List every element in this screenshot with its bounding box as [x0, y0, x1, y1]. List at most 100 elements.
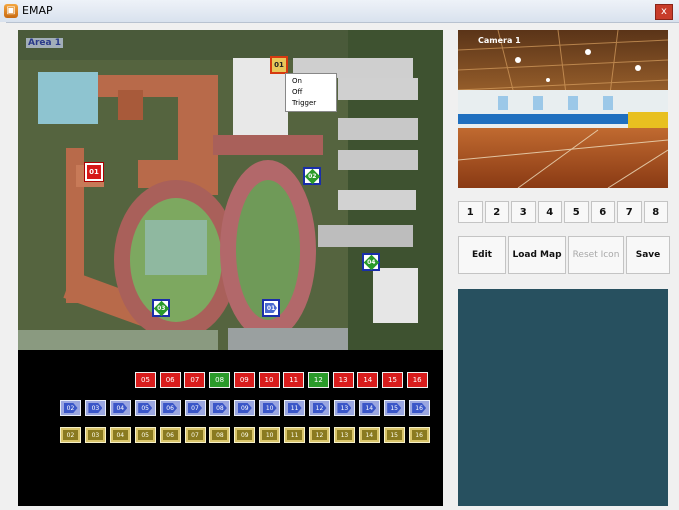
tray-camera-icon[interactable]: 12 — [309, 400, 330, 416]
title-bar: ▣ EMAP x — [0, 0, 679, 23]
camera-button-8[interactable]: 8 — [643, 201, 668, 223]
action-bar: Edit Load Map Reset Icon Save — [458, 236, 670, 276]
camera-icon: 10 — [262, 403, 277, 413]
camera-view[interactable]: Camera 1 — [458, 30, 668, 188]
tray-sensor-icon[interactable]: 11 — [284, 427, 306, 443]
window-edge — [0, 22, 6, 510]
tray-sensor-icon[interactable]: 03 — [84, 427, 106, 443]
camera-icon: 06 — [163, 403, 178, 413]
save-button[interactable]: Save — [626, 236, 670, 274]
camera-icon: 16 — [412, 403, 427, 413]
tray-sensor-icon[interactable]: 14 — [358, 427, 380, 443]
camera-icon: 04 — [113, 403, 128, 413]
context-menu: On Off Trigger — [285, 73, 337, 112]
tray-alarm-icon[interactable]: 12 — [307, 372, 329, 388]
tray-sensor-icon[interactable]: 02 — [60, 427, 81, 443]
tray-camera-icon[interactable]: 08 — [209, 400, 231, 416]
camera-button-5[interactable]: 5 — [564, 201, 589, 223]
info-panel — [458, 289, 668, 506]
map-marker-blue-01[interactable]: 01 — [262, 299, 280, 317]
sensor-icon: 09 — [237, 430, 253, 440]
map-marker-green-04[interactable]: 04 — [362, 253, 380, 271]
tray-alarm-icon[interactable]: 15 — [382, 372, 403, 388]
camera-button-1[interactable]: 1 — [458, 201, 483, 223]
tray-camera-icon[interactable]: 07 — [184, 400, 206, 416]
tray-alarm-icon[interactable]: 14 — [357, 372, 379, 388]
tray-camera-icon[interactable]: 05 — [134, 400, 156, 416]
tray-alarm-icon[interactable]: 08 — [209, 372, 231, 388]
tray-alarm-icon[interactable]: 07 — [184, 372, 206, 388]
close-button[interactable]: x — [655, 4, 673, 20]
tray-sensor-icon[interactable]: 15 — [383, 427, 405, 443]
icon-tray: 05 06 07 08 09 10 11 12 13 14 15 16 02 03 04 05 06 07 08 0… — [18, 350, 443, 506]
menu-item-on[interactable]: On — [286, 76, 336, 87]
tray-alarm-icon[interactable]: 16 — [406, 372, 428, 388]
map-marker-yellow-01[interactable]: 01 — [270, 56, 288, 74]
tray-camera-icon[interactable]: 02 — [60, 400, 81, 416]
area-label: Area 1 — [26, 38, 63, 48]
sensor-icon: 15 — [386, 430, 402, 440]
tray-camera-icon[interactable]: 11 — [284, 400, 306, 416]
tray-sensor-icon[interactable]: 08 — [209, 427, 231, 443]
camera-icon: 03 — [88, 403, 103, 413]
tray-sensor-icon[interactable]: 04 — [109, 427, 131, 443]
camera-icon: 11 — [287, 403, 302, 413]
camera-button-6[interactable]: 6 — [590, 201, 615, 223]
tray-sensor-icon[interactable]: 05 — [134, 427, 156, 443]
menu-item-trigger[interactable]: Trigger — [286, 98, 336, 109]
sensor-icon: 04 — [112, 430, 128, 440]
tray-camera-icon[interactable]: 16 — [408, 400, 430, 416]
edit-button[interactable]: Edit — [458, 236, 506, 274]
tray-sensor-icon[interactable]: 07 — [184, 427, 206, 443]
tray-camera-icon[interactable]: 04 — [109, 400, 131, 416]
tray-camera-icon[interactable]: 15 — [383, 400, 405, 416]
tray-alarm-icon[interactable]: 11 — [283, 372, 305, 388]
map-marker-green-02[interactable]: 02 — [303, 167, 321, 185]
tray-alarm-icon[interactable]: 09 — [233, 372, 255, 388]
sensor-icon: 06 — [162, 430, 178, 440]
tray-sensor-icon[interactable]: 13 — [333, 427, 355, 443]
tray-camera-icon[interactable]: 13 — [333, 400, 355, 416]
tray-alarm-icon[interactable]: 06 — [159, 372, 181, 388]
aerial-map-image — [18, 30, 443, 350]
tray-sensor-icon[interactable]: 09 — [234, 427, 256, 443]
camera-icon: 01 — [265, 303, 277, 313]
tray-sensor-icon[interactable]: 12 — [309, 427, 330, 443]
marker-id: 02 — [307, 172, 317, 180]
reset-icon-button[interactable]: Reset Icon — [568, 236, 624, 274]
sensor-icon: 08 — [212, 430, 228, 440]
camera-icon: 13 — [337, 403, 352, 413]
camera-button-3[interactable]: 3 — [511, 201, 536, 223]
camera-button-2[interactable]: 2 — [484, 201, 509, 223]
window-title: EMAP — [22, 4, 53, 17]
tray-sensor-icon[interactable]: 16 — [408, 427, 430, 443]
camera-button-4[interactable]: 4 — [537, 201, 562, 223]
map-marker-green-03[interactable]: 03 — [152, 299, 170, 317]
tray-alarm-icon[interactable]: 13 — [332, 372, 354, 388]
tray-sensor-icon[interactable]: 10 — [259, 427, 281, 443]
sensor-icon: 16 — [411, 430, 427, 440]
camera-feed-image — [458, 30, 668, 188]
camera-icon: 15 — [387, 403, 402, 413]
tray-alarm-icon[interactable]: 10 — [258, 372, 280, 388]
sensor-icon: 10 — [262, 430, 278, 440]
load-map-button[interactable]: Load Map — [508, 236, 566, 274]
tray-alarm-icon[interactable]: 05 — [135, 372, 156, 388]
tray-sensor-icon[interactable]: 06 — [159, 427, 181, 443]
diamond-icon: 03 — [153, 300, 169, 316]
camera-selector: 1 2 3 4 5 6 7 8 — [458, 201, 670, 225]
tray-camera-icon[interactable]: 03 — [84, 400, 106, 416]
sensor-icon: 02 — [63, 430, 78, 440]
camera-icon: 02 — [63, 403, 78, 413]
camera-icon: 07 — [188, 403, 202, 413]
tray-camera-icon[interactable]: 09 — [234, 400, 256, 416]
camera-button-7[interactable]: 7 — [617, 201, 642, 223]
tray-camera-icon[interactable]: 06 — [159, 400, 181, 416]
menu-item-off[interactable]: Off — [286, 87, 336, 98]
tray-camera-icon[interactable]: 10 — [259, 400, 281, 416]
camera-label: Camera 1 — [478, 36, 521, 45]
tray-camera-icon[interactable]: 14 — [358, 400, 380, 416]
map-marker-red-01[interactable]: 01 — [84, 162, 104, 182]
map-view[interactable]: Area 1 01 01 02 04 03 01 On Off Trigger — [18, 30, 443, 350]
marker-id: 04 — [366, 258, 376, 266]
